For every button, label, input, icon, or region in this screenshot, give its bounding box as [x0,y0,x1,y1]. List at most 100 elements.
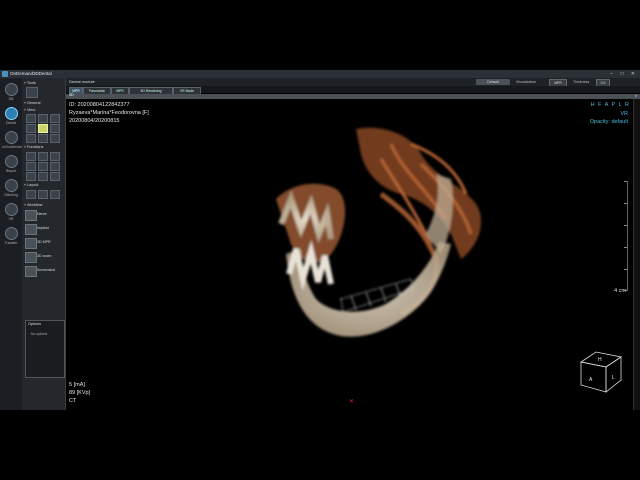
nav-label: Report [5,169,17,173]
vr-icon [4,203,18,216]
tool-rotate[interactable] [50,114,60,123]
tool-flip[interactable] [26,134,36,143]
tool-panel: Tools General View Functions Layout Work… [22,78,66,410]
workflow-thumb [25,252,37,263]
app-window: OnDemand3DDental – □ ✕ DB Dental InVivoD… [0,70,640,410]
options-title: Options [28,322,42,326]
section-view[interactable]: View [24,107,35,112]
workflow-label: Nerve [37,212,47,216]
section-layout[interactable]: Layout [24,182,38,187]
nav-item-db[interactable]: DB [2,82,20,102]
func-area[interactable] [50,152,60,161]
tools-button[interactable] [26,87,38,98]
func-hu[interactable] [26,172,36,181]
nav-item-transfer[interactable]: Transfer [2,226,20,246]
workflow-thumb [25,224,37,235]
func-angle[interactable] [38,152,48,161]
section-general[interactable]: General [24,100,41,105]
tab-3d-rendering[interactable]: 3D Rendering [129,87,173,94]
cube-top-label: H [598,357,602,363]
tool-fit[interactable] [50,134,60,143]
func-profile[interactable] [50,162,60,171]
workflow-label: Implant [37,226,49,230]
tooth-icon [4,107,18,120]
jaw-volume-render [276,127,481,337]
left-nav: DB Dental InVivoDental Report Stitching … [0,78,23,410]
visualization-label: Visualization [516,80,537,84]
title-bar: OnDemand3DDental – □ ✕ [0,70,640,78]
app-title: OnDemand3DDental [10,71,52,76]
thickness-label: Thickness [573,80,590,84]
tool-select[interactable] [38,124,48,133]
workflow-thumb [25,210,37,221]
3d-viewport[interactable]: ID: 20200804122842377 Ryzaeva*Marina*Feo… [66,99,634,410]
module-title: Dental module [69,79,95,84]
scale-ruler [624,181,628,291]
options-box: Options No options [25,320,65,378]
study-id: ID: 20200804122842377 [69,102,130,108]
workflow-label: Screenshot [37,268,56,272]
layout-1x1[interactable] [26,190,36,199]
nav-label: VR [8,217,14,221]
tab-panoramic[interactable]: Panoramic [83,87,111,94]
nav-item-stitching[interactable]: Stitching [2,178,20,198]
orientation-labels: H F A P L R [590,102,630,108]
vertical-scrollbar[interactable] [633,99,640,410]
database-icon [4,83,18,96]
workflow-label: 3D MPR [37,240,51,244]
tab-mpr-2[interactable]: MPR [111,87,129,94]
app-icon [2,71,8,77]
func-delete[interactable] [50,172,60,181]
report-icon [4,155,18,168]
layout-1x2[interactable] [38,190,48,199]
section-functions[interactable]: Functions [24,144,43,149]
center-marker-icon: ✕ [349,399,355,405]
func-ruler[interactable] [26,152,36,161]
func-arrow[interactable] [38,162,48,171]
workflow-thumb [25,266,37,277]
opacity-preset[interactable]: Opacity: default [590,119,628,125]
nav-item-vr[interactable]: VR [2,202,20,222]
workflow-item-nerve[interactable]: Nerve [25,209,63,221]
layout-2x2[interactable] [50,190,60,199]
orientation-cube-icon[interactable]: H A L [576,347,626,397]
nav-label: Transfer [4,241,18,245]
tool-window-level[interactable] [26,124,36,133]
implant-icon [4,131,18,144]
tool-pan[interactable] [26,114,36,123]
section-tools[interactable]: Tools [24,80,36,85]
scale-label: 4 cm [614,288,626,294]
options-text: No options [31,332,48,336]
nav-label: DB [8,97,14,101]
func-note[interactable] [38,172,48,181]
nav-item-invivo[interactable]: InVivoDental [2,130,22,150]
tube-current: 5 [mA] [69,382,85,388]
view-tabs: MPR Panoramic MPR 3D Rendering VR Mode [66,86,640,94]
tool-crop[interactable] [38,134,48,143]
patient-name: Ryzaeva*Marina*Feodorovna [F] [69,110,149,116]
tool-reset[interactable] [50,124,60,133]
view-close-icon[interactable]: × [635,93,637,98]
nav-item-dental[interactable]: Dental [2,106,20,126]
tool-zoom[interactable] [38,114,48,123]
default-button[interactable]: Default [476,79,510,85]
stitch-icon [4,179,18,192]
section-workflow[interactable]: Workflow [24,202,43,207]
workflow-label: 3D zoom [37,254,52,258]
nav-label: Dental [5,121,17,125]
workflow-thumb [25,238,37,249]
study-dates: 20200804/20200815 [69,118,120,124]
workflow-item-3d-mpr[interactable]: 3D MPR [25,237,63,249]
nav-item-report[interactable]: Report [2,154,20,174]
workflow-item-3d-zoom[interactable]: 3D zoom [25,251,63,263]
nav-label: InVivoDental [2,145,22,149]
workflow-item-implant[interactable]: Implant [25,223,63,235]
modality: CT [69,398,77,404]
window-controls[interactable]: – □ ✕ [610,70,638,78]
module-toolbar: Dental module Default Visualization MPR … [66,78,640,87]
cube-right-label: L [612,375,615,381]
tube-voltage: 89 [KVp] [69,390,91,396]
func-text[interactable] [26,162,36,171]
tab-vr-mode[interactable]: VR Mode [173,87,201,94]
workflow-item-screenshot[interactable]: Screenshot [25,265,63,277]
